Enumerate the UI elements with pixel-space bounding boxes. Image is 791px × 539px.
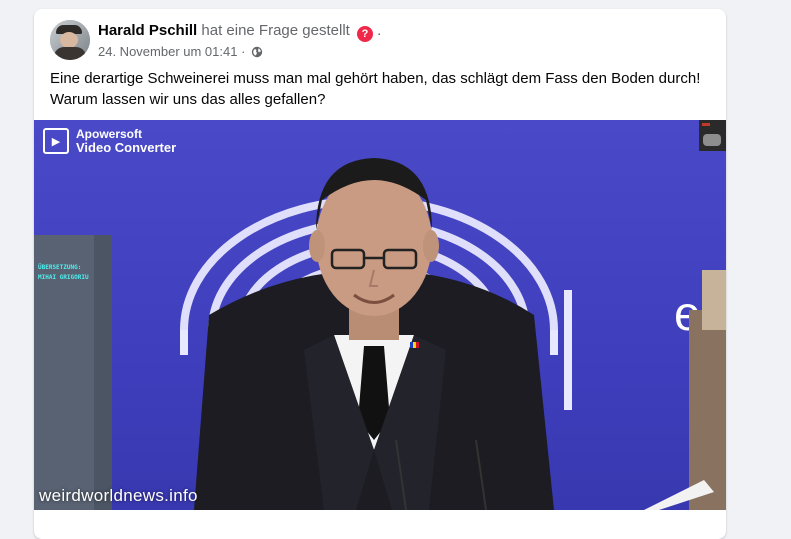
post-title-line: Harald Pschill hat eine Frage gestellt ?… <box>98 21 381 42</box>
video-converter-icon: ▶ <box>43 128 69 154</box>
thumbnail-gray-shape <box>703 134 721 146</box>
post-card: Harald Pschill hat eine Frage gestellt ?… <box>34 9 726 539</box>
globe-icon[interactable] <box>251 45 263 63</box>
post-text-line-2: Warum lassen wir uns das alles gefallen? <box>50 91 326 108</box>
credit-line-1: ÜBERSETZUNG: <box>38 264 82 271</box>
video-watermark: weirdworldnews.info <box>39 486 198 505</box>
post-date[interactable]: 24. November um 01:41 <box>98 44 237 59</box>
video-player[interactable]: e ▶ Apowersoft Video Converter ÜBERSETZU… <box>34 120 726 510</box>
post-text-line-1: Eine derartige Schweinerei muss man mal … <box>50 70 701 87</box>
action-text: hat eine Frage gestellt <box>201 22 350 39</box>
thumbnail-red-mark <box>702 123 710 126</box>
post-meta: Harald Pschill hat eine Frage gestellt ?… <box>98 21 381 63</box>
post-header: Harald Pschill hat eine Frage gestellt ?… <box>50 20 381 63</box>
post-timestamp-line: 24. November um 01:41 · <box>98 43 381 63</box>
question-icon: ? <box>357 26 373 42</box>
author-name[interactable]: Harald Pschill <box>98 22 197 39</box>
avatar[interactable] <box>50 20 90 60</box>
channel-thumbnail <box>699 120 726 151</box>
logo-line-2: Video Converter <box>76 140 177 155</box>
credit-line-2: MIHAI GRIGORIU <box>38 274 89 281</box>
meta-separator: · <box>241 44 246 59</box>
video-frame-scene: e <box>34 158 726 510</box>
translation-credit: ÜBERSETZUNG: MIHAI GRIGORIU <box>38 263 89 283</box>
avatar-face <box>60 32 78 48</box>
app-logo: ▶ Apowersoft Video Converter <box>43 128 176 154</box>
trailing-dot: . <box>377 22 382 39</box>
avatar-body <box>54 47 86 60</box>
post-text: Eine derartige Schweinerei muss man mal … <box>50 68 710 110</box>
